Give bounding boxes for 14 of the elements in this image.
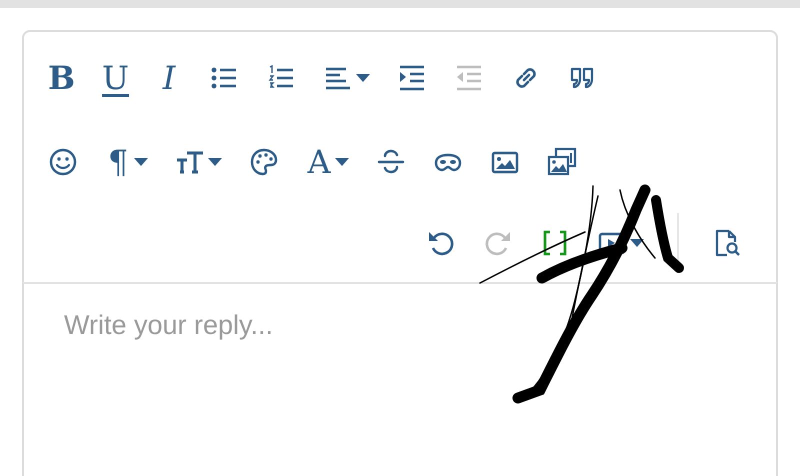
italic-button[interactable]: I xyxy=(152,55,186,101)
caret-icon xyxy=(335,158,349,166)
underline-button[interactable]: U xyxy=(98,55,134,101)
font-button[interactable]: A xyxy=(302,139,353,185)
paragraph-button[interactable]: ¶ xyxy=(101,139,152,185)
reply-field[interactable]: Write your reply... xyxy=(22,282,778,476)
bold-button[interactable]: B xyxy=(44,55,80,101)
caret-icon xyxy=(630,239,644,247)
smiley-icon xyxy=(48,147,78,177)
caret-icon xyxy=(208,158,222,166)
caret-icon xyxy=(134,158,148,166)
palette-icon xyxy=(249,147,279,177)
caret-icon xyxy=(356,74,370,82)
gallery-icon xyxy=(547,147,577,177)
